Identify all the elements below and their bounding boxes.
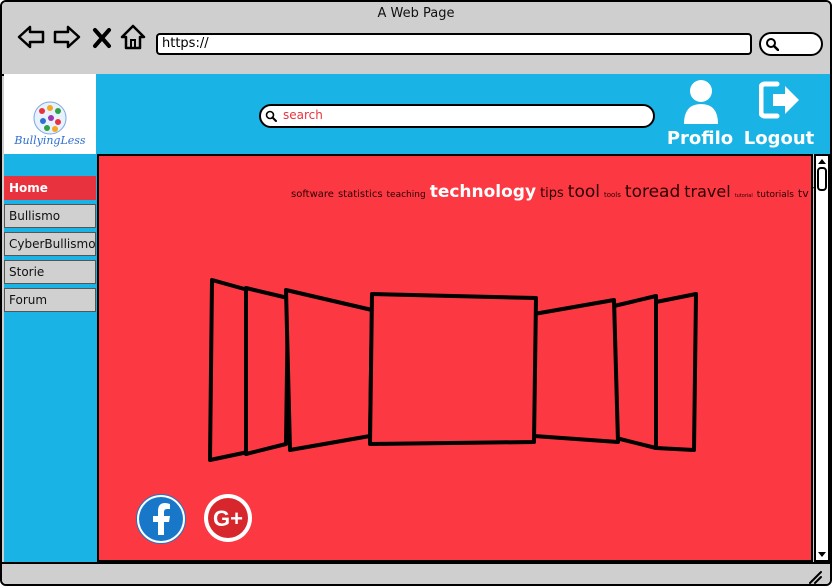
- google-plus-button[interactable]: G+: [204, 494, 252, 542]
- browser-search-field[interactable]: [759, 32, 823, 56]
- search-icon: [265, 110, 277, 122]
- vertical-scrollbar[interactable]: [814, 154, 830, 562]
- logo-globe-icon: [33, 101, 67, 135]
- google-plus-icon: G+: [205, 495, 251, 541]
- tag-cloud-item[interactable]: technology: [430, 182, 536, 202]
- tag-cloud-item[interactable]: tutorials: [757, 190, 794, 200]
- resize-grip-icon[interactable]: [808, 570, 822, 584]
- browser-window: A Web Page https:// BullyingLess search …: [0, 0, 832, 586]
- carousel-slide-left-3: [208, 278, 250, 462]
- profile-button[interactable]: Profilo: [660, 78, 740, 150]
- tag-cloud-item[interactable]: tutorial: [735, 193, 753, 199]
- sidebar-item-storie[interactable]: Storie: [4, 260, 96, 284]
- browser-statusbar: [2, 562, 830, 584]
- browser-toolbar: A Web Page https://: [2, 2, 830, 76]
- carousel-slide-right-1: [532, 298, 620, 444]
- scroll-up-arrow-icon: [818, 159, 826, 164]
- tag-cloud-item[interactable]: tool: [568, 182, 600, 202]
- tag-cloud-item[interactable]: teaching: [387, 190, 426, 200]
- logout-label: Logout: [743, 128, 815, 149]
- tag-cloud-item[interactable]: software: [291, 189, 334, 200]
- home-icon[interactable]: [118, 22, 148, 52]
- carousel-slide-right-2: [612, 294, 658, 450]
- close-stop-icon[interactable]: [90, 22, 114, 52]
- window-title: A Web Page: [377, 6, 455, 21]
- tag-cloud-item[interactable]: toread: [625, 182, 680, 202]
- user-icon: [684, 80, 718, 124]
- facebook-icon: [139, 497, 183, 541]
- facebook-button[interactable]: [136, 494, 186, 544]
- tag-cloud-item[interactable]: tools: [604, 191, 621, 199]
- tag-cloud-item[interactable]: tips: [540, 186, 564, 201]
- site-search-input[interactable]: search: [259, 104, 655, 128]
- logout-button[interactable]: Logout: [739, 78, 819, 150]
- site-header: BullyingLess search Profilo Logout: [4, 74, 830, 154]
- carousel-slide-center: [368, 292, 538, 446]
- main-content: software statistics teaching technology tips…: [97, 154, 830, 562]
- carousel-slide-left-2: [244, 286, 290, 456]
- tag-cloud-item[interactable]: travel: [684, 182, 730, 201]
- scrollbar-graphic: [817, 159, 827, 557]
- tag-cloud-item[interactable]: tv: [798, 187, 809, 200]
- sidebar-nav: Home Bullismo CyberBullismo Storie Forum: [4, 154, 97, 562]
- scroll-down-arrow-icon: [818, 552, 826, 557]
- scroll-thumb: [817, 167, 827, 191]
- search-icon: [766, 38, 779, 51]
- sidebar-item-cyberbullismo[interactable]: CyberBullismo: [4, 232, 96, 256]
- profile-label: Profilo: [666, 128, 734, 149]
- site-logo[interactable]: BullyingLess: [4, 74, 96, 154]
- search-placeholder: search: [283, 108, 323, 122]
- logout-icon: [759, 81, 799, 119]
- forward-arrow-icon[interactable]: [52, 22, 82, 52]
- back-arrow-icon[interactable]: [16, 22, 46, 52]
- sidebar-item-home[interactable]: Home: [4, 176, 96, 200]
- tag-cloud-item[interactable]: statistics: [338, 189, 383, 200]
- address-bar[interactable]: https://: [156, 33, 752, 55]
- carousel-slide-right-3: [654, 292, 698, 452]
- svg-text:G+: G+: [213, 506, 243, 531]
- cover-flow-carousel[interactable]: [204, 274, 704, 474]
- tag-cloud: software statistics teaching technology tips…: [291, 180, 830, 208]
- logo-text: BullyingLess: [14, 134, 86, 147]
- carousel-slide-left-1: [284, 288, 374, 452]
- sidebar-item-forum[interactable]: Forum: [4, 288, 96, 312]
- sidebar-item-bullismo[interactable]: Bullismo: [4, 204, 96, 228]
